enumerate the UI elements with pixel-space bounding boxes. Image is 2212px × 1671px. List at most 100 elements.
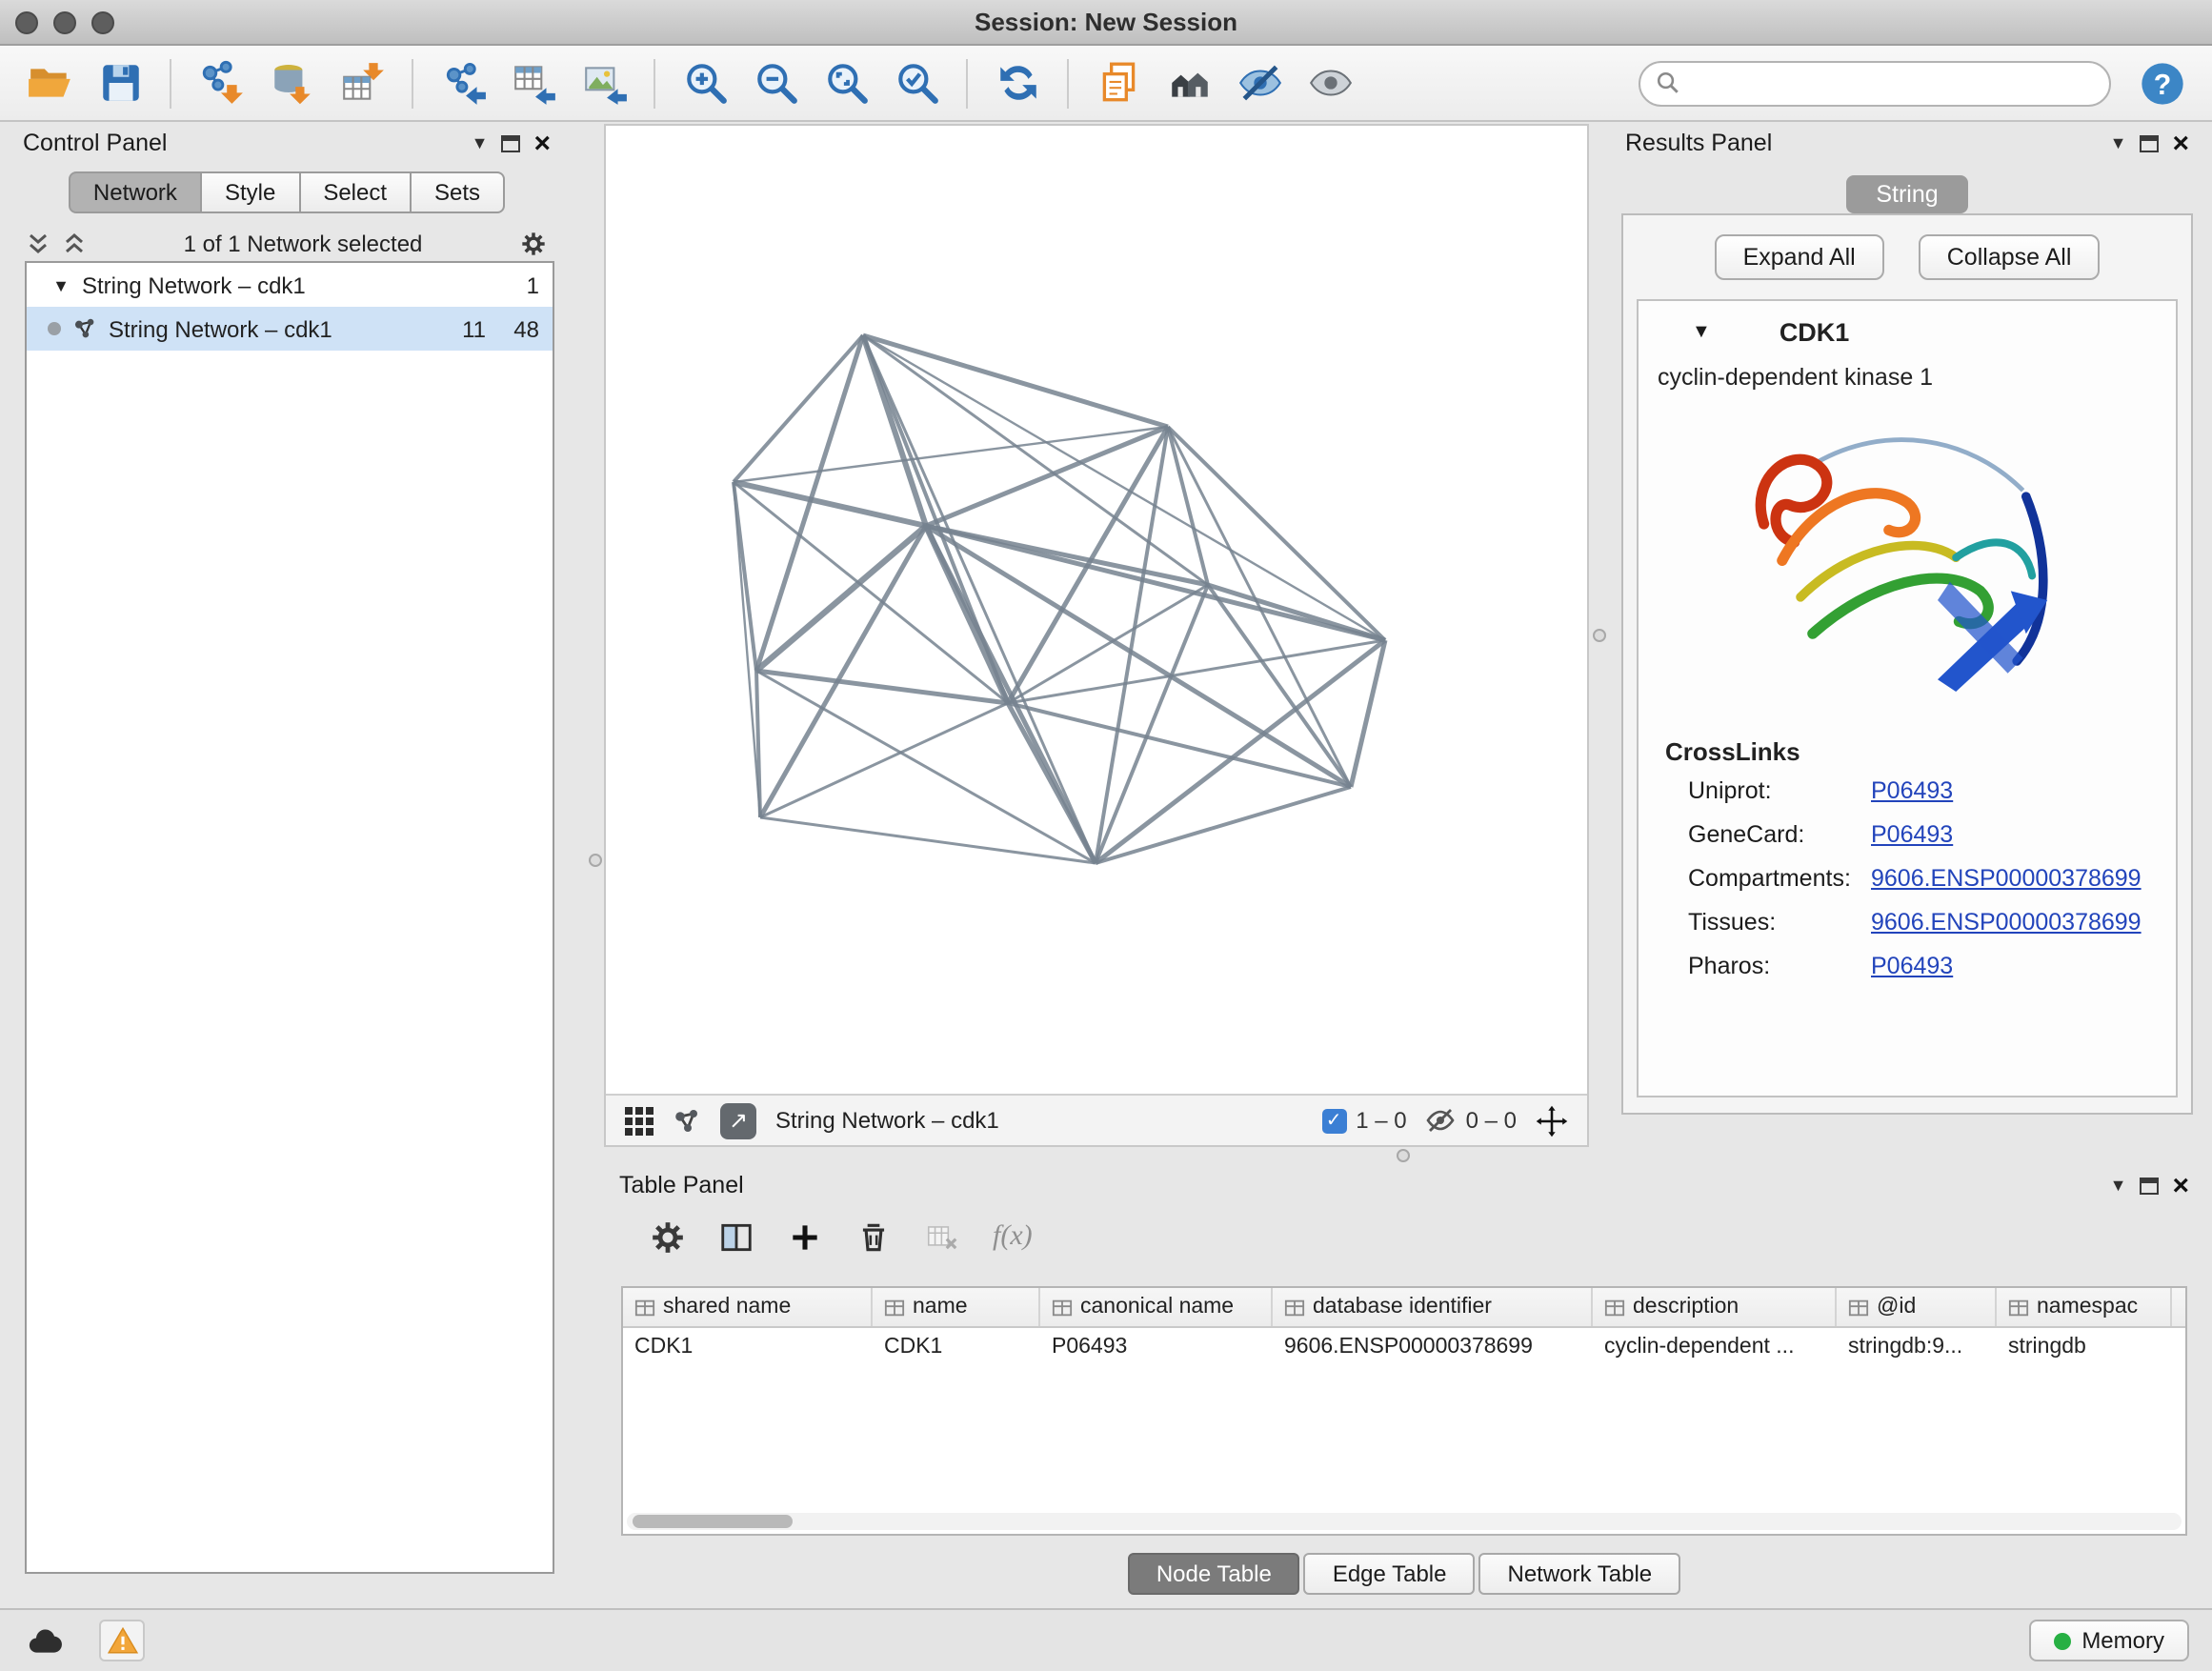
scrollbar-thumb[interactable] [633,1515,793,1528]
memory-button[interactable]: Memory [2028,1620,2189,1661]
crosslink-row: Tissues:9606.ENSP00000378699 [1688,909,2176,936]
close-panel-icon[interactable]: × [2172,129,2189,157]
hidden-eye-icon [1426,1105,1457,1136]
hide-selected-button[interactable] [1229,52,1290,113]
close-panel-icon[interactable]: × [533,129,551,157]
close-panel-icon[interactable]: × [2172,1171,2189,1199]
home-networks-button[interactable] [1158,52,1219,113]
splitter-handle[interactable] [1397,1149,1410,1162]
network-edge[interactable] [863,335,1385,640]
crosslink-value-link[interactable]: 9606.ENSP00000378699 [1871,865,2142,892]
warnings-button[interactable] [99,1620,145,1661]
panel-menu-icon[interactable]: ▼ [2110,133,2127,152]
delete-table-icon [924,1218,960,1255]
add-column-icon[interactable] [787,1218,823,1255]
collapse-all-button[interactable]: Collapse All [1919,234,2101,280]
network-edge[interactable] [760,703,1008,817]
network-edge[interactable] [756,335,863,671]
duplicate-documents-button[interactable] [1088,52,1149,113]
zoom-in-button[interactable] [674,52,735,113]
refresh-button[interactable] [987,52,1048,113]
network-edge[interactable] [756,671,1008,703]
export-network-button[interactable] [432,52,493,113]
column-header[interactable]: name [873,1288,1040,1326]
zoom-out-button[interactable] [745,52,806,113]
selected-counts: 1 – 0 [1356,1107,1406,1134]
export-table-button[interactable] [503,52,564,113]
network-collection-row[interactable]: ▼ String Network – cdk1 1 [27,263,553,307]
export-image-button[interactable] [573,52,634,113]
open-in-browser-button[interactable]: ↗ [720,1102,756,1138]
help-button[interactable]: ? [2136,56,2189,110]
function-builder-button[interactable]: f(x) [993,1220,1033,1253]
column-header[interactable]: namespac [1997,1288,2172,1326]
save-session-button[interactable] [90,52,151,113]
tab-network-table[interactable]: Network Table [1479,1553,1681,1595]
import-table-button[interactable] [332,52,392,113]
network-row-selected[interactable]: String Network – cdk1 11 48 [27,307,553,351]
gear-icon[interactable] [520,231,547,257]
column-header[interactable]: shared name [623,1288,873,1326]
column-header[interactable]: database identifier [1273,1288,1593,1326]
delete-trash-icon[interactable] [855,1218,892,1255]
import-network-button[interactable] [191,52,251,113]
table-row[interactable]: CDK1CDK1P064939606.ENSP00000378699cyclin… [623,1328,2185,1366]
crosslink-value-link[interactable]: P06493 [1871,821,1953,848]
gear-icon[interactable] [650,1218,686,1255]
network-edge[interactable] [863,335,1168,427]
zoom-selected-button[interactable] [886,52,947,113]
birdseye-icon[interactable] [625,1106,654,1135]
zoom-fit-button[interactable] [815,52,876,113]
string-results-box: Expand All Collapse All ▼ CDK1 cyclin-de… [1621,213,2193,1115]
tab-style[interactable]: Style [200,171,300,213]
panel-menu-icon[interactable]: ▼ [2110,1176,2127,1195]
crosslink-value-link[interactable]: P06493 [1871,777,1953,804]
collapse-section-icon[interactable]: ▼ [1692,322,1711,343]
crosslink-value-link[interactable]: 9606.ENSP00000378699 [1871,909,2142,936]
collapse-icon[interactable]: ▼ [51,275,70,294]
network-edge[interactable] [734,482,756,671]
network-edge[interactable] [863,335,1096,863]
tab-sets[interactable]: Sets [410,171,505,213]
protein-card: ▼ CDK1 cyclin-dependent kinase 1 [1637,299,2178,1097]
column-header[interactable]: canonical name [1040,1288,1273,1326]
network-edge[interactable] [1096,787,1351,863]
panel-menu-icon[interactable]: ▼ [472,133,489,152]
tab-select[interactable]: Select [298,171,412,213]
network-edge[interactable] [926,526,1385,640]
tab-string[interactable]: String [1845,175,1968,213]
columns-icon[interactable] [718,1218,754,1255]
crosslink-value-link[interactable]: P06493 [1871,953,1953,979]
houses-icon [1165,59,1213,107]
network-edge[interactable] [756,671,760,817]
float-panel-icon[interactable] [2140,134,2159,151]
column-header[interactable]: @id [1837,1288,1997,1326]
network-edge[interactable] [734,335,863,482]
column-header[interactable]: description [1593,1288,1837,1326]
search-input[interactable] [1690,70,2094,96]
expand-all-button[interactable]: Expand All [1715,234,1884,280]
float-panel-icon[interactable] [501,134,520,151]
collapse-all-icon[interactable] [27,232,50,255]
network-edge[interactable] [734,482,760,817]
toolbar-separator [654,58,655,108]
table-tabs: Node TableEdge TableNetwork Table [604,1553,2204,1595]
selected-checkbox-icon[interactable]: ✓ [1321,1108,1346,1133]
open-session-button[interactable] [19,52,80,113]
network-graph[interactable] [606,126,1587,1094]
network-edge[interactable] [760,817,1096,863]
splitter-handle[interactable] [1593,629,1606,642]
node-table: shared namenamecanonical namedatabase id… [621,1286,2187,1536]
tab-node-table[interactable]: Node Table [1128,1553,1300,1595]
tab-edge-table[interactable]: Edge Table [1304,1553,1476,1595]
float-panel-icon[interactable] [2140,1177,2159,1194]
horizontal-scrollbar[interactable] [627,1513,2182,1530]
cloud-status-button[interactable] [23,1620,69,1661]
pan-crosshair-icon[interactable] [1536,1104,1568,1137]
tab-network[interactable]: Network [69,171,202,213]
import-database-button[interactable] [261,52,322,113]
network-overview-icon[interactable] [673,1106,701,1135]
expand-all-icon[interactable] [63,232,86,255]
splitter-handle[interactable] [589,854,602,867]
show-all-button[interactable] [1299,52,1360,113]
